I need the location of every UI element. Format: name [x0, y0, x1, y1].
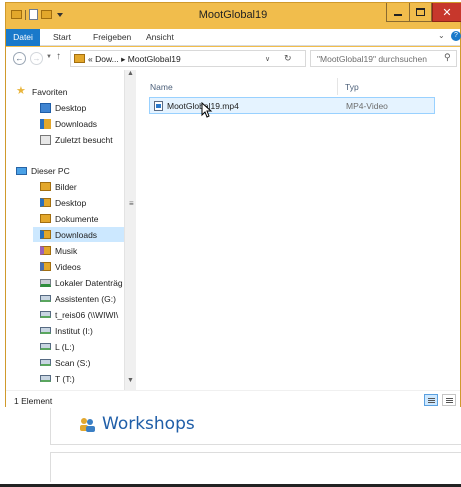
minimize-icon	[394, 13, 402, 16]
help-icon[interactable]: ?	[451, 31, 461, 41]
mouse-pointer-icon	[201, 102, 213, 118]
workshops-link[interactable]: Workshops	[78, 414, 195, 434]
tab-freigeben[interactable]: Freigeben	[93, 32, 131, 42]
navigation-bar: ← → ▼ ↑ « Dow... ▸ MootGlobal19 ∨ ↻ "Moo…	[6, 47, 460, 70]
sidebar-item-t-drive[interactable]: T (T:)	[40, 371, 124, 386]
desktop-icon	[40, 102, 51, 113]
workshops-people-icon	[80, 418, 95, 432]
close-icon: ✕	[442, 6, 452, 19]
downloads-folder-icon	[40, 230, 51, 239]
network-drive-icon	[40, 327, 51, 334]
tab-start[interactable]: Start	[53, 32, 71, 42]
scroll-up-icon[interactable]: ▲	[127, 70, 134, 77]
sidebar-item-dokumente[interactable]: Dokumente	[40, 211, 124, 226]
sidebar-item-l-drive[interactable]: L (L:)	[40, 339, 124, 354]
ribbon-tabs: Datei Start Freigeben Ansicht ⌄ ?	[6, 29, 461, 46]
sidebar-item-favoriten[interactable]: ★ Favoriten	[16, 84, 134, 99]
scroll-down-icon[interactable]: ▼	[127, 377, 134, 384]
breadcrumb: « Dow... ▸ MootGlobal19	[88, 54, 181, 65]
desktop-folder-icon	[40, 198, 51, 207]
minimize-button[interactable]	[386, 3, 410, 22]
breadcrumb-separator[interactable]: ▸	[121, 54, 125, 64]
file-list: Name Typ MootGlobal19.mp4 MP4-Video	[137, 70, 457, 390]
file-row[interactable]: MootGlobal19.mp4 MP4-Video	[149, 97, 435, 114]
forward-arrow-icon[interactable]: →	[30, 52, 43, 65]
navigation-scrollbar[interactable]: ▲ ≡ ▼	[124, 70, 136, 390]
navigation-pane: ★ Favoriten Desktop Downloads Zuletzt bes…	[6, 70, 136, 390]
scrollbar-grip-icon[interactable]: ≡	[129, 199, 134, 208]
column-header-name[interactable]: Name	[150, 82, 173, 92]
workshops-label[interactable]: Workshops	[102, 414, 195, 434]
network-drive-icon	[40, 295, 51, 302]
file-type: MP4-Video	[346, 101, 388, 111]
address-dropdown-icon[interactable]: ∨	[265, 55, 270, 63]
recent-icon	[40, 134, 51, 145]
breadcrumb-current[interactable]: MootGlobal19	[128, 54, 181, 64]
background-card	[50, 452, 461, 482]
folder-icon	[74, 54, 85, 63]
address-bar[interactable]: « Dow... ▸ MootGlobal19 ∨ ↻	[70, 50, 306, 67]
maximize-button[interactable]	[410, 3, 432, 22]
sidebar-item-downloads-folder[interactable]: Downloads	[33, 227, 124, 242]
music-folder-icon	[40, 246, 51, 255]
back-arrow-icon[interactable]: ←	[13, 52, 26, 65]
refresh-icon[interactable]: ↻	[284, 53, 292, 64]
details-view-icon[interactable]	[424, 394, 438, 406]
sidebar-item-bilder[interactable]: Bilder	[40, 179, 124, 194]
breadcrumb-overflow[interactable]: «	[88, 54, 93, 64]
column-divider[interactable]	[337, 78, 338, 95]
breadcrumb-downloads[interactable]: Dow...	[95, 54, 119, 64]
close-button[interactable]: ✕	[432, 3, 461, 22]
network-drive-icon	[40, 343, 51, 350]
title-bar[interactable]: MootGlobal19 ✕	[6, 3, 461, 28]
item-count: 1 Element	[14, 396, 53, 406]
maximize-icon	[416, 8, 425, 16]
network-drive-icon	[40, 359, 51, 366]
videos-folder-icon	[40, 262, 51, 271]
sidebar-item-scan[interactable]: Scan (S:)	[40, 355, 124, 370]
tab-ansicht[interactable]: Ansicht	[146, 32, 174, 42]
pictures-folder-icon	[40, 182, 51, 191]
sidebar-item-institut[interactable]: Institut (I:)	[40, 323, 124, 338]
search-icon[interactable]: ⚲	[444, 52, 451, 63]
column-header-type[interactable]: Typ	[345, 82, 359, 92]
large-icons-view-icon[interactable]	[442, 394, 456, 406]
sidebar-item-desktop-folder[interactable]: Desktop	[40, 195, 124, 210]
sidebar-item-assistenten[interactable]: Assistenten (G:)	[40, 291, 124, 306]
sidebar-item-dieser-pc[interactable]: Dieser PC	[16, 163, 134, 178]
search-input[interactable]: "MootGlobal19" durchsuchen ⚲	[310, 50, 457, 67]
content-area: ★ Favoriten Desktop Downloads Zuletzt bes…	[6, 70, 460, 390]
star-icon: ★	[16, 84, 26, 97]
sidebar-item-videos[interactable]: Videos	[40, 259, 124, 274]
sidebar-item-t-reis06[interactable]: t_reis06 (\\WIWI\	[40, 307, 124, 322]
expand-ribbon-icon[interactable]: ⌄	[438, 31, 445, 40]
tab-datei[interactable]: Datei	[6, 29, 40, 46]
search-placeholder: "MootGlobal19" durchsuchen	[317, 54, 427, 64]
explorer-window: MootGlobal19 ✕ Datei Start Freigeben Ans…	[5, 2, 461, 408]
video-file-icon	[154, 101, 163, 111]
sidebar-item-lokaler-datentraeger[interactable]: Lokaler Datenträg	[40, 275, 124, 290]
documents-folder-icon	[40, 214, 51, 223]
status-bar: 1 Element	[6, 390, 460, 408]
recent-locations-dropdown-icon[interactable]: ▼	[46, 54, 52, 60]
downloads-icon	[40, 118, 51, 129]
sidebar-item-musik[interactable]: Musik	[40, 243, 124, 258]
computer-icon	[16, 166, 27, 175]
local-disk-icon	[40, 278, 51, 287]
network-drive-icon	[40, 375, 51, 382]
up-arrow-icon[interactable]: ↑	[56, 51, 61, 62]
network-drive-icon	[40, 311, 51, 318]
